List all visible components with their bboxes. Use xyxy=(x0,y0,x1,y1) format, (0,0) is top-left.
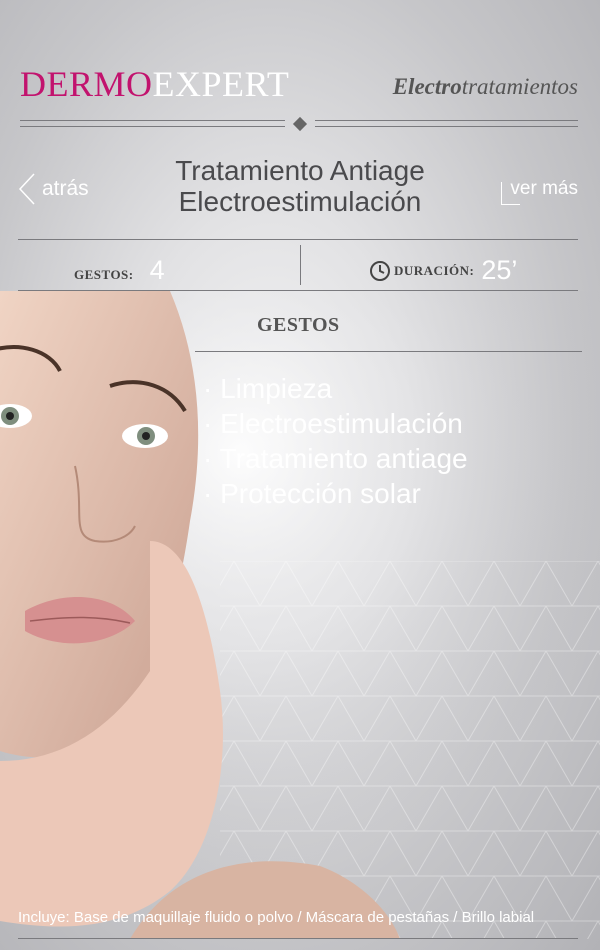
footer-divider xyxy=(18,938,578,939)
gestures-heading-underline xyxy=(195,351,582,352)
section-title-bold: Electro xyxy=(392,74,462,99)
clock-icon xyxy=(370,260,390,281)
stats-divider-top xyxy=(18,239,578,240)
duration-stat-value: 25’ xyxy=(481,255,518,285)
see-more-link[interactable]: ver más xyxy=(501,178,578,205)
brand-logo-part2: EXPERT xyxy=(152,64,290,104)
gesture-item: Protección solar xyxy=(203,476,468,511)
includes-note: Incluye: Base de maquillaje fluido o pol… xyxy=(18,909,535,926)
see-more-label: ver más xyxy=(510,178,578,199)
page-title-line2: Electroestimulación xyxy=(178,186,422,217)
gestures-list: Limpieza Electroestimulación Tratamiento… xyxy=(203,371,468,511)
duration-stat: DURACIÓN: 25’ xyxy=(369,255,517,286)
gestures-stat-value: 4 xyxy=(149,255,165,285)
header-divider-top-right xyxy=(315,120,578,121)
back-button[interactable]: atrás xyxy=(18,172,89,206)
gestures-heading: GESTOS xyxy=(257,314,340,336)
duration-stat-label: DURACIÓN: xyxy=(394,262,475,278)
section-title-rest: tratamientos xyxy=(461,74,578,99)
page-title: Tratamiento Antiage Electroestimulación xyxy=(140,155,460,217)
brand-logo-part1: DERMO xyxy=(20,64,153,104)
gestures-stat-label: GESTOS: xyxy=(74,267,134,282)
brand-logo: DERMOEXPERT xyxy=(20,66,289,102)
page-title-line1: Tratamiento Antiage xyxy=(175,155,425,186)
header-divider-bottom-right xyxy=(315,126,578,127)
header-divider-bottom-left xyxy=(20,126,285,127)
stats-vertical-divider xyxy=(300,245,301,285)
gestures-stat: GESTOS: 4 xyxy=(74,255,165,286)
gesture-item: Limpieza xyxy=(203,371,468,406)
header-divider-top-left xyxy=(20,120,285,121)
section-title: Electrotratamientos xyxy=(393,74,578,100)
back-button-label: atrás xyxy=(42,177,89,200)
divider-diamond-icon xyxy=(292,116,308,132)
gesture-item: Tratamiento antiage xyxy=(203,441,468,476)
chevron-left-icon xyxy=(18,173,35,205)
gesture-item: Electroestimulación xyxy=(203,406,468,441)
